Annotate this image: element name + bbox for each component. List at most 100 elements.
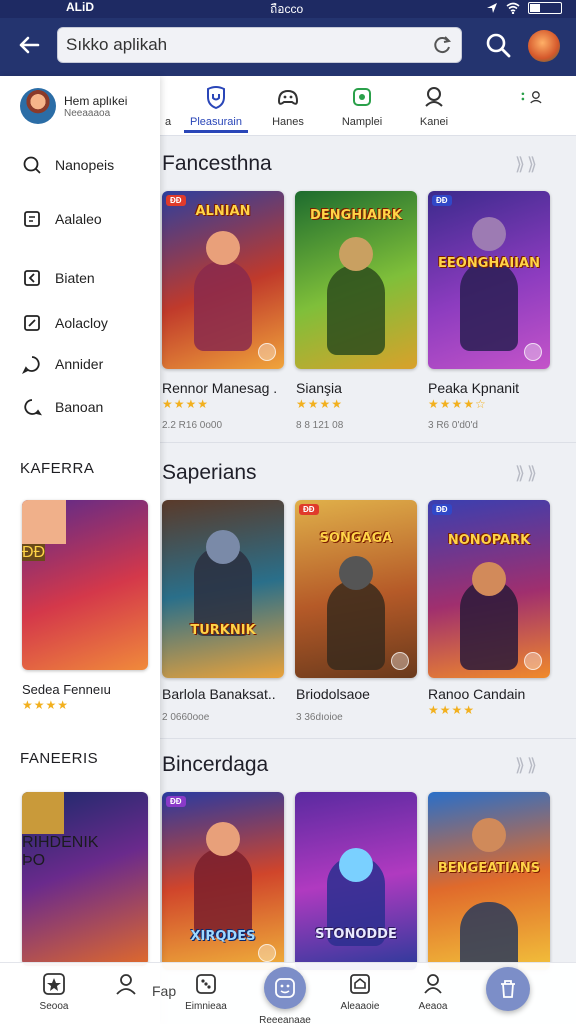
drawer-item-banoan[interactable]: Banoan [20, 392, 150, 422]
nav-item-reeeanaae[interactable] [264, 967, 306, 1009]
drawer-item-nanopeis[interactable]: Nanopeis [20, 150, 150, 180]
card-art-figure [327, 265, 385, 355]
card-art-title: ALNIAN [195, 204, 251, 219]
more-people-icon [521, 91, 542, 104]
category-tabs: a Pleasurain Hanes Namplei Kanei [160, 76, 576, 136]
card-art-figure [327, 580, 385, 670]
game-card[interactable]: BENGEATIANS [428, 792, 550, 970]
nav-item-profile[interactable] [96, 971, 156, 1001]
refresh-icon[interactable] [431, 34, 453, 56]
card-action-icon[interactable] [258, 343, 276, 361]
nav-item-eimnieaa[interactable]: Eimnieaa [176, 971, 236, 1012]
drawer-item-label: Aolacloy [55, 315, 108, 331]
tab-hanes[interactable]: Hanes [250, 84, 326, 128]
game-meta: 3 36dıoioe [296, 712, 343, 723]
drawer-section-title: FANEERIS [20, 750, 99, 767]
rating-stars: ★★★★ [162, 397, 210, 411]
status-left-text: ALiD [66, 0, 94, 14]
search-input[interactable] [66, 32, 406, 58]
person-icon [425, 87, 443, 107]
drawer-game-card[interactable]: ÐÐ [22, 500, 148, 670]
status-center-text: ถือcco [270, 2, 304, 16]
card-action-icon[interactable] [524, 343, 542, 361]
tab-kanei[interactable]: Kanei [396, 84, 472, 128]
card-badge: ÐÐ [166, 195, 186, 206]
card-art-title: SONGAGA [319, 531, 393, 546]
card-art-head [472, 562, 506, 596]
profile-icon [116, 974, 136, 995]
tab-more[interactable] [494, 84, 570, 116]
game-card[interactable]: SONGAGA ÐÐ [295, 500, 417, 678]
face-icon [275, 978, 295, 998]
game-name: Barlola Banaksat.. [162, 686, 276, 702]
document-icon [24, 211, 40, 227]
card-action-icon[interactable] [391, 652, 409, 670]
section-title: Saperians [162, 461, 257, 484]
drawer-item-biaten[interactable]: Biaten [20, 263, 150, 293]
search-icon[interactable] [484, 31, 512, 59]
drawer-item-annider[interactable]: Annider [20, 349, 150, 379]
game-card[interactable]: ALNIAN ÐÐ [162, 191, 284, 369]
section-title: Bincerdaga [162, 753, 269, 776]
nav-label: Aeaoa [418, 1001, 448, 1012]
nav-item-aleaaoie[interactable]: Aleaaoie [330, 971, 390, 1012]
section-see-all-icon[interactable]: ⟫⟫ [515, 463, 539, 484]
nav-item-seooa[interactable]: Seooa [24, 971, 84, 1012]
tab-pleasurain[interactable]: Pleasurain [178, 84, 254, 133]
drawer-item-label: Annider [55, 356, 104, 372]
profile-avatar[interactable] [20, 88, 56, 124]
card-art-head [339, 237, 373, 271]
game-card[interactable]: XIRQDES ÐÐ [162, 792, 284, 970]
card-art-head [472, 217, 506, 251]
card-art-figure [194, 848, 252, 938]
chat-icon [22, 356, 40, 374]
drawer-game-card[interactable]: RIHDENIK ÞO [22, 792, 148, 966]
drawer-item-label: Banoan [55, 399, 104, 415]
card-badge: ÐÐ [299, 504, 319, 515]
edit-icon [24, 315, 40, 331]
back-arrow-icon[interactable] [14, 30, 44, 60]
game-name: Rennor Manesag . [162, 380, 278, 396]
game-name: Ranoo Candain [428, 686, 526, 702]
drawer-item-aolacloy[interactable]: Aolacloy [20, 308, 150, 338]
card-action-icon[interactable] [258, 944, 276, 962]
game-card[interactable]: DENGHIAIRK [295, 191, 417, 369]
floating-action-button[interactable] [486, 967, 530, 1011]
battery-icon [528, 2, 562, 14]
status-icons [486, 2, 562, 14]
rating-stars: ★★★★ [22, 698, 70, 712]
game-card[interactable]: TURKNIK [162, 500, 284, 678]
nav-label: Seooa [39, 1001, 69, 1012]
section-see-all-icon[interactable]: ⟫⟫ [515, 154, 539, 175]
nav-label: Eimnieaa [185, 1001, 227, 1012]
drawer-item-label: Nanopeis [55, 157, 115, 173]
game-meta: 2.2 R16 0o00 [162, 420, 223, 431]
card-art-head [206, 530, 240, 564]
bottom-navigation: Seooa Fap Eimnieaa Reeeanaae Aleaaoie Ae… [0, 962, 576, 1024]
game-meta: 3 R6 0'd0'd [428, 420, 478, 431]
nav-item-aeaoa[interactable]: Aeaoa [403, 971, 463, 1012]
app-bar [0, 18, 576, 76]
game-card[interactable]: NONOPARK ÐÐ [428, 500, 550, 678]
location-icon [487, 3, 497, 13]
shield-icon [207, 86, 225, 110]
back-box-icon [24, 270, 40, 286]
user-avatar[interactable] [528, 30, 560, 62]
section-divider [160, 442, 576, 443]
card-art-head [22, 500, 66, 544]
card-art-title: STONODDE [315, 927, 397, 942]
card-art-head [206, 822, 240, 856]
card-badge: ÐÐ [166, 796, 186, 807]
drawer-section-title: KAFERRA [20, 460, 95, 477]
dice-icon [196, 974, 216, 994]
section-see-all-icon[interactable]: ⟫⟫ [515, 755, 539, 776]
game-card[interactable]: STONODDE [295, 792, 417, 970]
drawer-item-aalaleo[interactable]: Aalaleo [20, 204, 150, 234]
card-action-icon[interactable] [524, 652, 542, 670]
nav-label: Reeeanaae [259, 1015, 311, 1024]
apps-icon [353, 88, 371, 106]
game-card[interactable]: EEONGHAIIAN ÐÐ [428, 191, 550, 369]
search-box[interactable] [57, 27, 462, 63]
tab-namplei[interactable]: Namplei [324, 84, 400, 128]
tab-label: Pleasurain [190, 116, 242, 128]
